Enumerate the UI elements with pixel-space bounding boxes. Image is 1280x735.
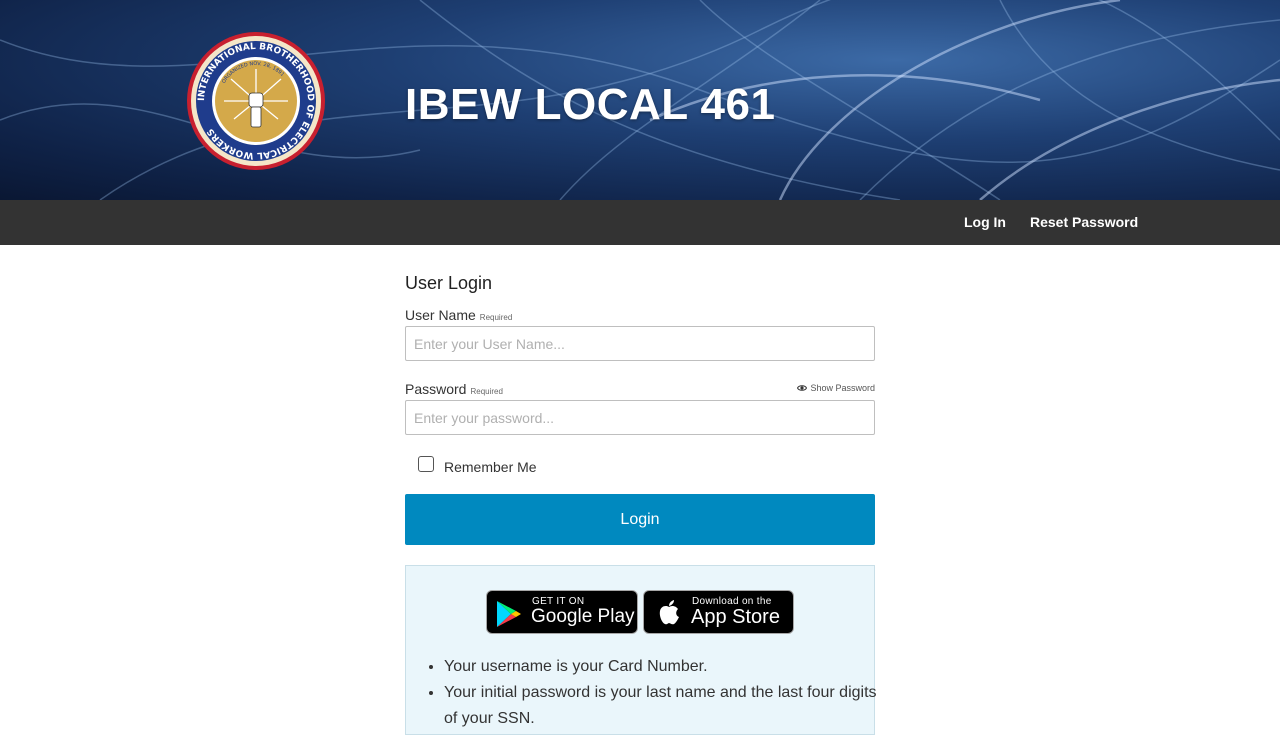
ibew-logo: INTERNATIONAL BROTHERHOOD OF ELECTRICAL …: [187, 32, 325, 170]
app-store-big-text: App Store: [691, 606, 780, 628]
login-button[interactable]: Login: [405, 494, 875, 545]
apple-icon: [659, 600, 679, 625]
google-play-icon: [497, 601, 521, 627]
app-store-badge[interactable]: Download on the App Store: [643, 590, 794, 634]
nav-reset-password-link[interactable]: Reset Password: [1030, 214, 1138, 230]
list-item: Your initial password is your last name …: [444, 680, 884, 732]
info-box: GET IT ON Google Play Download on the Ap…: [405, 565, 877, 735]
show-password-label: Show Password: [810, 383, 875, 393]
list-item: Your username is your Card Number.: [444, 654, 884, 680]
show-password-toggle[interactable]: Show Password: [797, 383, 875, 393]
username-label-text: User Name: [405, 307, 476, 323]
login-title: User Login: [405, 273, 493, 293]
password-required-note: Required: [470, 387, 503, 396]
password-input[interactable]: [405, 400, 875, 435]
login-tips-list: Your username is your Card Number. Your …: [406, 654, 884, 732]
username-required-note: Required: [479, 313, 513, 322]
site-title: IBEW LOCAL 461: [405, 80, 776, 129]
header-banner: INTERNATIONAL BROTHERHOOD OF ELECTRICAL …: [0, 0, 1280, 200]
remember-me-label: Remember Me: [444, 459, 537, 475]
remember-me-checkbox[interactable]: [418, 456, 434, 472]
eye-icon: [797, 385, 808, 391]
password-label: Password Required: [405, 381, 503, 397]
nav-login-link[interactable]: Log In: [964, 214, 1006, 230]
username-input[interactable]: [405, 326, 875, 361]
username-label: User Name Required: [405, 307, 512, 323]
google-play-badge[interactable]: GET IT ON Google Play: [486, 590, 638, 634]
top-navbar: Log In Reset Password: [0, 200, 1280, 245]
google-play-big-text: Google Play: [531, 606, 635, 627]
password-label-text: Password: [405, 381, 467, 397]
